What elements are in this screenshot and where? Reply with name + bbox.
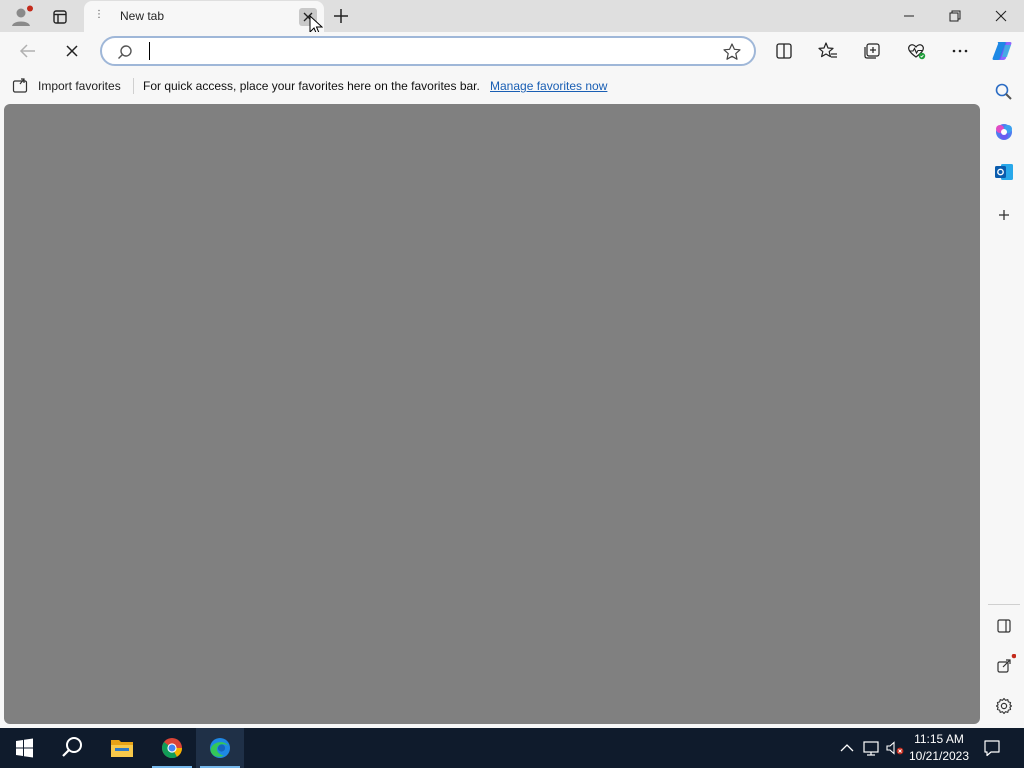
favorites-bar-message: For quick access, place your favorites h…: [143, 79, 480, 93]
favorites-button[interactable]: [813, 36, 843, 66]
restore-icon: [949, 10, 961, 22]
chevron-up-icon: [840, 744, 854, 752]
clock-time: 11:15 AM: [914, 732, 964, 746]
address-bar[interactable]: [100, 36, 756, 66]
tab-actions-icon: [53, 10, 67, 24]
open-external-icon: [997, 654, 1016, 673]
manage-favorites-link[interactable]: Manage favorites now: [490, 79, 607, 93]
network-icon: [863, 741, 879, 756]
taskbar-search-button[interactable]: [48, 728, 96, 768]
new-tab-button[interactable]: [330, 5, 352, 27]
windows-start-icon: [16, 738, 33, 758]
taskbar-chrome[interactable]: [148, 728, 196, 768]
sidebar-add-button[interactable]: [992, 203, 1016, 227]
minimize-button[interactable]: [886, 0, 932, 32]
edge-icon: [210, 738, 230, 758]
volume-button[interactable]: [885, 738, 905, 758]
sidebar-settings-button[interactable]: [992, 694, 1016, 718]
sidebar-toggle-icon: [997, 619, 1011, 633]
import-favorites-icon: [12, 78, 28, 93]
import-favorites-label: Import favorites: [38, 79, 121, 93]
page-content: [4, 104, 980, 724]
back-button[interactable]: [13, 36, 43, 66]
tab-new-tab[interactable]: ⋮ New tab: [84, 1, 324, 32]
favorites-bar: Import favorites For quick access, place…: [0, 70, 984, 102]
taskbar-edge[interactable]: [196, 728, 244, 768]
more-options-button[interactable]: [945, 36, 975, 66]
add-favorite-button[interactable]: [722, 42, 742, 62]
profile-icon: [12, 5, 33, 26]
close-icon: [995, 10, 1007, 22]
search-icon: [62, 737, 82, 757]
taskbar-clock[interactable]: 11:15 AM 10/21/2023: [906, 731, 972, 765]
file-explorer-icon: [111, 740, 133, 757]
search-icon: [995, 83, 1012, 100]
chrome-icon: [161, 738, 183, 759]
tab-loading-icon: ⋮: [94, 9, 104, 20]
edge-sidebar: [984, 70, 1024, 728]
title-bar: ⋮ New tab: [0, 0, 1024, 36]
stop-loading-button[interactable]: [57, 36, 87, 66]
sidebar-separator: [988, 604, 1020, 605]
copilot-icon: [992, 42, 1012, 60]
show-hidden-icons-button[interactable]: [837, 738, 857, 758]
address-input[interactable]: [150, 41, 710, 61]
collections-icon: [864, 43, 880, 59]
volume-muted-icon: [886, 741, 904, 755]
restore-button[interactable]: [932, 0, 978, 32]
start-button[interactable]: [0, 728, 48, 768]
minimize-icon: [904, 15, 914, 17]
sidebar-search-button[interactable]: [992, 80, 1016, 104]
tab-actions-button[interactable]: [46, 5, 74, 29]
copilot-tools-icon: [996, 124, 1012, 140]
browser-essentials-button[interactable]: [901, 36, 931, 66]
sidebar-open-external-button[interactable]: [992, 654, 1016, 678]
favorites-separator: [133, 78, 134, 94]
close-window-button[interactable]: [978, 0, 1024, 32]
search-icon: [116, 43, 134, 61]
favorite-star-icon: [723, 43, 741, 60]
new-tab-icon: [334, 9, 348, 23]
split-screen-button[interactable]: [769, 36, 799, 66]
profile-button[interactable]: [8, 5, 34, 29]
notifications-icon: [984, 740, 1000, 757]
navigation-toolbar: [0, 32, 1024, 70]
sidebar-copilot-tools-button[interactable]: [992, 120, 1016, 144]
copilot-button[interactable]: [987, 36, 1017, 66]
sidebar-outlook-button[interactable]: [992, 160, 1016, 184]
split-screen-icon: [776, 43, 792, 59]
sidebar-toggle-button[interactable]: [992, 614, 1016, 638]
stop-loading-icon: [66, 45, 78, 57]
add-icon: [999, 210, 1009, 220]
import-favorites-button[interactable]: Import favorites: [12, 77, 121, 95]
favorites-icon: [818, 42, 837, 58]
back-icon: [19, 44, 35, 58]
taskbar-file-explorer[interactable]: [98, 728, 146, 768]
windows-taskbar: 11:15 AM 10/21/2023: [0, 728, 1024, 768]
settings-icon: [995, 697, 1013, 715]
more-icon: [952, 49, 968, 53]
network-button[interactable]: [861, 738, 881, 758]
outlook-icon: [995, 164, 1013, 180]
notifications-button[interactable]: [982, 738, 1002, 758]
tab-title: New tab: [120, 9, 165, 23]
clock-date: 10/21/2023: [908, 749, 970, 763]
browser-essentials-icon: [908, 44, 926, 60]
collections-button[interactable]: [857, 36, 887, 66]
text-caret: [149, 42, 150, 60]
